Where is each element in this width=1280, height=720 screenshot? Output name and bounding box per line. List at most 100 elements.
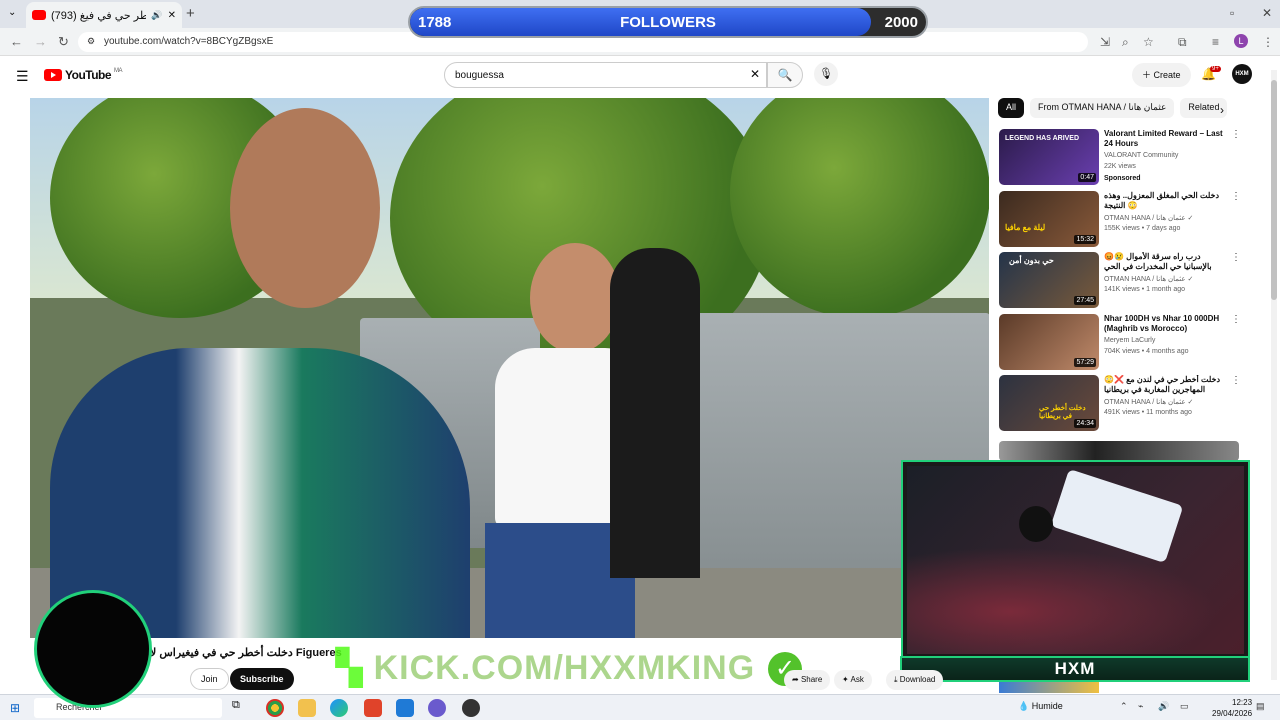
recommendation-meta: 491K views • 11 months ago [1104,409,1192,416]
create-button[interactable]: ＋ Create [1132,63,1191,87]
more-options-icon[interactable]: ⋮ [1231,129,1241,140]
recommendation-meta: 155K views • 7 days ago [1104,225,1181,232]
followers-goal-bar: 1788 FOLLOWERS 2000 [408,6,928,38]
extensions-icon[interactable]: ⧉ [1178,35,1187,50]
tab-list-icon[interactable]: ⌄ [8,7,16,18]
ask-label: Ask [850,675,864,684]
video-thumbnail[interactable]: LEGEND HAS ARIVED 0:47 [999,129,1099,185]
edge-icon[interactable] [330,699,348,717]
recommendation-title[interactable]: Valorant Limited Reward – Last 24 Hours [1104,129,1229,149]
reload-icon[interactable]: ↻ [58,34,69,50]
minimize-icon[interactable]: ▫ [1230,6,1234,20]
forward-icon[interactable]: → [34,34,47,49]
battery-icon[interactable]: ▭ [1180,701,1189,712]
notification-center-icon[interactable]: ▤ [1256,701,1265,712]
region-code: MA [114,68,123,74]
shorts-row-preview[interactable] [999,441,1239,461]
taskbar-clock[interactable]: 12:23 29/04/2026 [1212,697,1252,719]
filter-chips: All From OTMAN HANA / عثمان هانا Related [998,98,1228,118]
browser-menu-icon[interactable]: ⋮ [1262,35,1274,49]
sponsored-label: Sponsored [1104,175,1141,182]
recommendation-title[interactable]: دخلت الحي المغلق المعزول.. وهذه النتيجة … [1104,191,1229,211]
app-icon[interactable] [462,699,480,717]
thumbnail-text: حي بدون أمن [1009,256,1054,265]
youtube-logo[interactable]: YouTube MA [44,68,123,82]
recommendation-meta: 22K views [1104,163,1136,170]
video-player[interactable] [30,98,989,638]
thumbnail-text: LEGEND HAS ARIVED [1005,135,1080,142]
clear-search-icon[interactable]: ✕ [750,67,760,81]
browser-profile-avatar[interactable]: L [1234,34,1248,48]
video-woman-face [530,243,620,353]
more-options-icon[interactable]: ⋮ [1231,252,1241,263]
subscribe-button[interactable]: Subscribe [230,668,294,690]
chip-from-channel[interactable]: From OTMAN HANA / عثمان هانا [1030,98,1175,118]
kick-channel-overlay: ▚ KICK.COM/HXXMKING [336,648,755,688]
recommendation-item[interactable]: ليلة مع مافيا 15:32 دخلت الحي المغلق الم… [999,191,1244,249]
share-button[interactable]: ➦ Share [784,670,831,690]
bookmark-star-icon[interactable]: ☆ [1143,35,1154,49]
install-app-icon[interactable]: ⇲ [1100,35,1110,49]
task-view-icon[interactable]: ⧉ [232,699,250,717]
recommendation-title[interactable]: 😳❌ دخلت أخطر حي في لندن مع المهاجرين الم… [1104,375,1229,395]
windows-start-icon[interactable]: ⊞ [10,701,20,715]
search-button[interactable]: 🔍 [767,62,803,88]
recommendation-title[interactable]: Nhar 100DH vs Nhar 10 000DH (Maghrib vs … [1104,314,1229,334]
browser-tab[interactable]: (793) دخلت أخطر حي في فيغ 🔊 ✕ [26,2,182,28]
video-duration: 27:45 [1074,296,1096,305]
voice-search-button[interactable]: 🎙 [814,62,838,86]
video-thumbnail[interactable]: دخلت أخطر حي في بريطانيا 24:34 [999,375,1099,431]
recommendation-item[interactable]: LEGEND HAS ARIVED 0:47 Valorant Limited … [999,129,1244,187]
more-options-icon[interactable]: ⋮ [1231,191,1241,202]
recommendation-channel[interactable]: VALORANT Community [1104,152,1178,159]
facecam-circle-overlay [34,590,152,708]
next-thumbnail-preview[interactable] [999,681,1099,693]
zoom-icon[interactable]: ⌕ [1122,35,1129,50]
recommendation-channel[interactable]: OTMAN HANA / عثمان هانا ✓ [1104,398,1193,406]
tab-close-icon[interactable]: ✕ [168,10,176,21]
join-button[interactable]: Join [190,668,229,690]
chip-all[interactable]: All [998,98,1025,118]
obs-icon[interactable] [428,699,446,717]
file-explorer-icon[interactable] [298,699,316,717]
video-thumbnail[interactable]: ليلة مع مافيا 15:32 [999,191,1099,247]
recommendation-title[interactable]: 😡😢 درب راه سرقة الأموال بالإسبانيا حي ال… [1104,252,1229,272]
tab-audio-icon[interactable]: 🔊 [151,10,162,21]
more-options-icon[interactable]: ⋮ [1231,375,1241,386]
weather-widget[interactable]: 💧 Humide [1018,701,1063,712]
recommendation-channel[interactable]: Meryem LaCurly [1104,337,1155,344]
recommendation-item[interactable]: 57:29 Nhar 100DH vs Nhar 10 000DH (Maghr… [999,314,1244,372]
video-thumbnail[interactable]: 57:29 [999,314,1099,370]
ask-button[interactable]: ✦ Ask [834,670,872,690]
network-icon[interactable]: ⌁ [1138,701,1143,712]
recommendation-channel[interactable]: OTMAN HANA / عثمان هانا ✓ [1104,214,1193,222]
recommendation-item[interactable]: دخلت أخطر حي في بريطانيا 24:34 😳❌ دخلت أ… [999,375,1244,433]
page-scrollbar-thumb[interactable] [1271,80,1277,300]
reading-list-icon[interactable]: ≡ [1212,35,1219,49]
channel-avatar[interactable]: HXM [1232,64,1252,84]
video-title: دخلت أخطر حي في فيغيراس لا Figueres [150,647,342,659]
site-info-icon[interactable]: ⚙ [87,36,95,47]
vscode-icon[interactable] [396,699,414,717]
more-options-icon[interactable]: ⋮ [1231,314,1241,325]
recommendation-item[interactable]: حي بدون أمن 27:45 😡😢 درب راه سرقة الأموا… [999,252,1244,310]
close-window-icon[interactable]: ✕ [1262,6,1272,20]
search-input[interactable]: bouguessa [444,62,767,88]
brave-icon[interactable] [364,699,382,717]
chips-next-arrow-icon[interactable]: › [1220,103,1224,117]
download-button[interactable]: ⤓ Download [886,670,944,690]
chrome-icon[interactable] [266,699,284,717]
recommendation-meta: 141K views • 1 month ago [1104,286,1186,293]
volume-icon[interactable]: 🔊 [1158,701,1169,712]
share-icon: ➦ [792,675,801,684]
back-icon[interactable]: ← [10,34,23,49]
kick-logo-icon: ▚ [336,649,364,687]
hamburger-menu-icon[interactable]: ☰ [16,68,29,85]
recommendation-channel[interactable]: OTMAN HANA / عثمان هانا ✓ [1104,275,1193,283]
video-thumbnail[interactable]: حي بدون أمن 27:45 [999,252,1099,308]
taskbar-search-input[interactable]: Rechercher [34,698,222,718]
new-tab-button[interactable]: + [186,5,195,22]
create-label: Create [1153,70,1181,80]
tray-chevron-icon[interactable]: ⌃ [1120,701,1128,712]
kick-url-text: KICK.COM/HXXMKING [373,649,756,687]
